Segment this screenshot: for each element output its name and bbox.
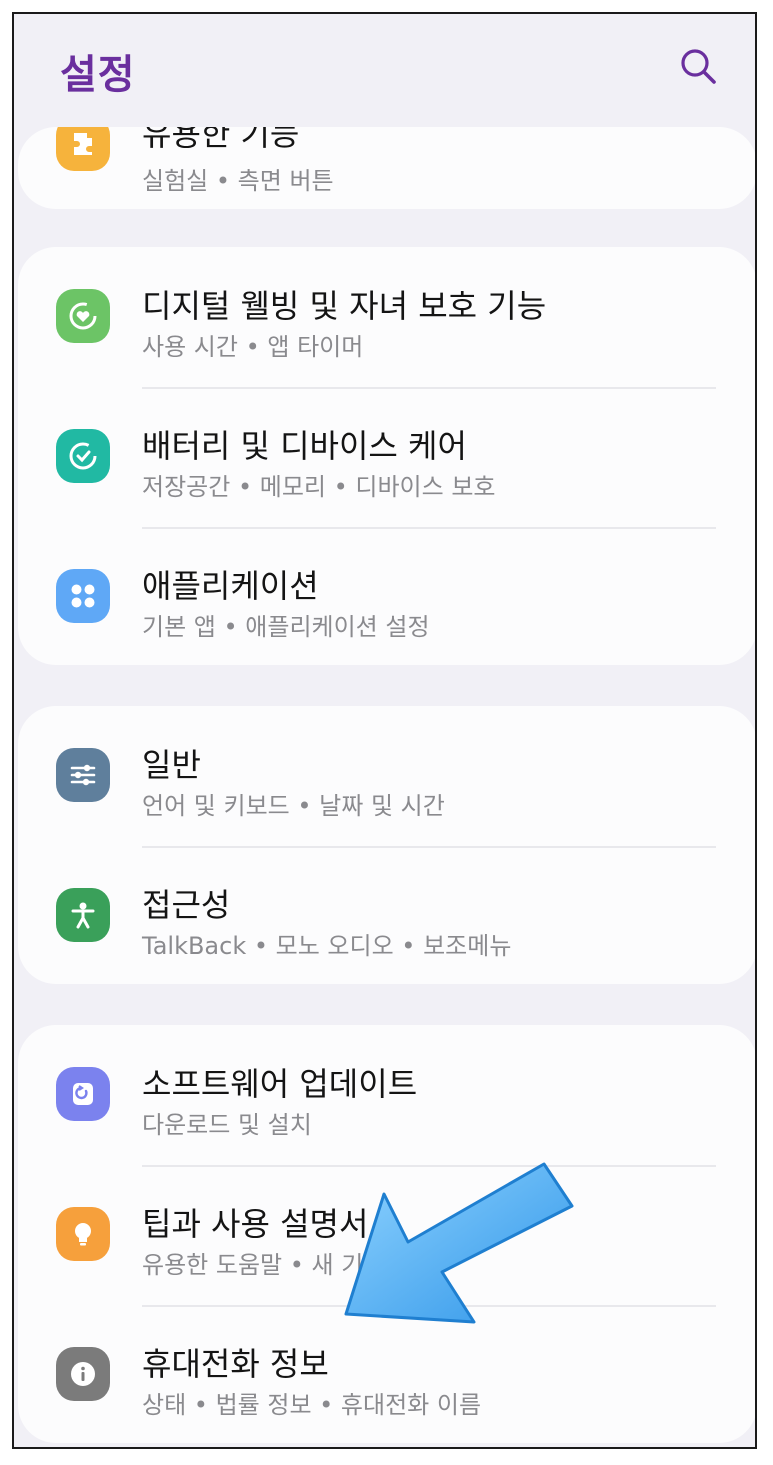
item-subtitle: 실험실 • 측면 버튼 — [142, 167, 334, 195]
item-subtitle: 저장공간 • 메모리 • 디바이스 보호 — [142, 473, 496, 501]
apps-icon — [56, 569, 110, 623]
item-subtitle: 유용한 도움말 • 새 기능 — [142, 1251, 386, 1279]
header: 설정 — [14, 14, 755, 126]
item-title: 휴대전화 정보 — [142, 1345, 329, 1383]
item-subtitle: 언어 및 키보드 • 날짜 및 시간 — [142, 792, 445, 820]
settings-item-applications[interactable]: 애플리케이션 기본 앱 • 애플리케이션 설정 — [18, 527, 755, 665]
item-subtitle: 사용 시간 • 앱 타이머 — [142, 333, 364, 361]
search-icon — [681, 49, 716, 84]
puzzle-icon — [56, 127, 110, 171]
settings-item-software-update[interactable]: 소프트웨어 업데이트 다운로드 및 설치 — [18, 1025, 755, 1165]
accessibility-icon — [56, 888, 110, 942]
wellbeing-icon — [56, 289, 110, 343]
sliders-icon — [56, 748, 110, 802]
search-button[interactable] — [676, 44, 720, 88]
settings-item-accessibility[interactable]: 접근성 TalkBack • 모노 오디오 • 보조메뉴 — [18, 846, 755, 984]
item-subtitle: 상태 • 법률 정보 • 휴대전화 이름 — [142, 1391, 482, 1419]
item-title: 접근성 — [142, 886, 231, 924]
settings-item-advanced-features[interactable]: 유용한 기능 실험실 • 측면 버튼 — [18, 127, 755, 209]
item-title: 소프트웨어 업데이트 — [142, 1065, 418, 1103]
info-icon — [56, 1347, 110, 1401]
item-subtitle: 기본 앱 • 애플리케이션 설정 — [142, 613, 430, 641]
settings-item-device-care[interactable]: 배터리 및 디바이스 케어 저장공간 • 메모리 • 디바이스 보호 — [18, 387, 755, 527]
update-icon — [56, 1067, 110, 1121]
item-title: 일반 — [142, 746, 201, 784]
settings-item-phone-info[interactable]: 휴대전화 정보 상태 • 법률 정보 • 휴대전화 이름 — [18, 1305, 755, 1443]
settings-group-general: 일반 언어 및 키보드 • 날짜 및 시간 접근성 TalkBack • 모노 … — [18, 706, 755, 984]
settings-item-tips-manual[interactable]: 팁과 사용 설명서 유용한 도움말 • 새 기능 — [18, 1165, 755, 1305]
settings-screen: 설정 유용한 기능 실험실 • 측면 버튼 디지털 웰빙 및 자녀 보호 기능 … — [12, 12, 757, 1449]
item-title: 디지털 웰빙 및 자녀 보호 기능 — [142, 287, 547, 325]
settings-item-general[interactable]: 일반 언어 및 키보드 • 날짜 및 시간 — [18, 706, 755, 846]
item-subtitle: 다운로드 및 설치 — [142, 1111, 312, 1139]
item-title: 유용한 기능 — [142, 127, 300, 153]
page-title: 설정 — [60, 52, 136, 98]
settings-group-wellbeing: 디지털 웰빙 및 자녀 보호 기능 사용 시간 • 앱 타이머 배터리 및 디바… — [18, 247, 755, 665]
device-care-icon — [56, 429, 110, 483]
item-subtitle: TalkBack • 모노 오디오 • 보조메뉴 — [142, 932, 512, 960]
item-title: 애플리케이션 — [142, 567, 319, 605]
settings-group-about: 소프트웨어 업데이트 다운로드 및 설치 팁과 사용 설명서 유용한 도움말 •… — [18, 1025, 755, 1443]
settings-group-advanced: 유용한 기능 실험실 • 측면 버튼 — [18, 127, 755, 209]
lightbulb-icon — [56, 1207, 110, 1261]
item-title: 팁과 사용 설명서 — [142, 1205, 369, 1243]
settings-item-digital-wellbeing[interactable]: 디지털 웰빙 및 자녀 보호 기능 사용 시간 • 앱 타이머 — [18, 247, 755, 387]
item-title: 배터리 및 디바이스 케어 — [142, 427, 467, 465]
